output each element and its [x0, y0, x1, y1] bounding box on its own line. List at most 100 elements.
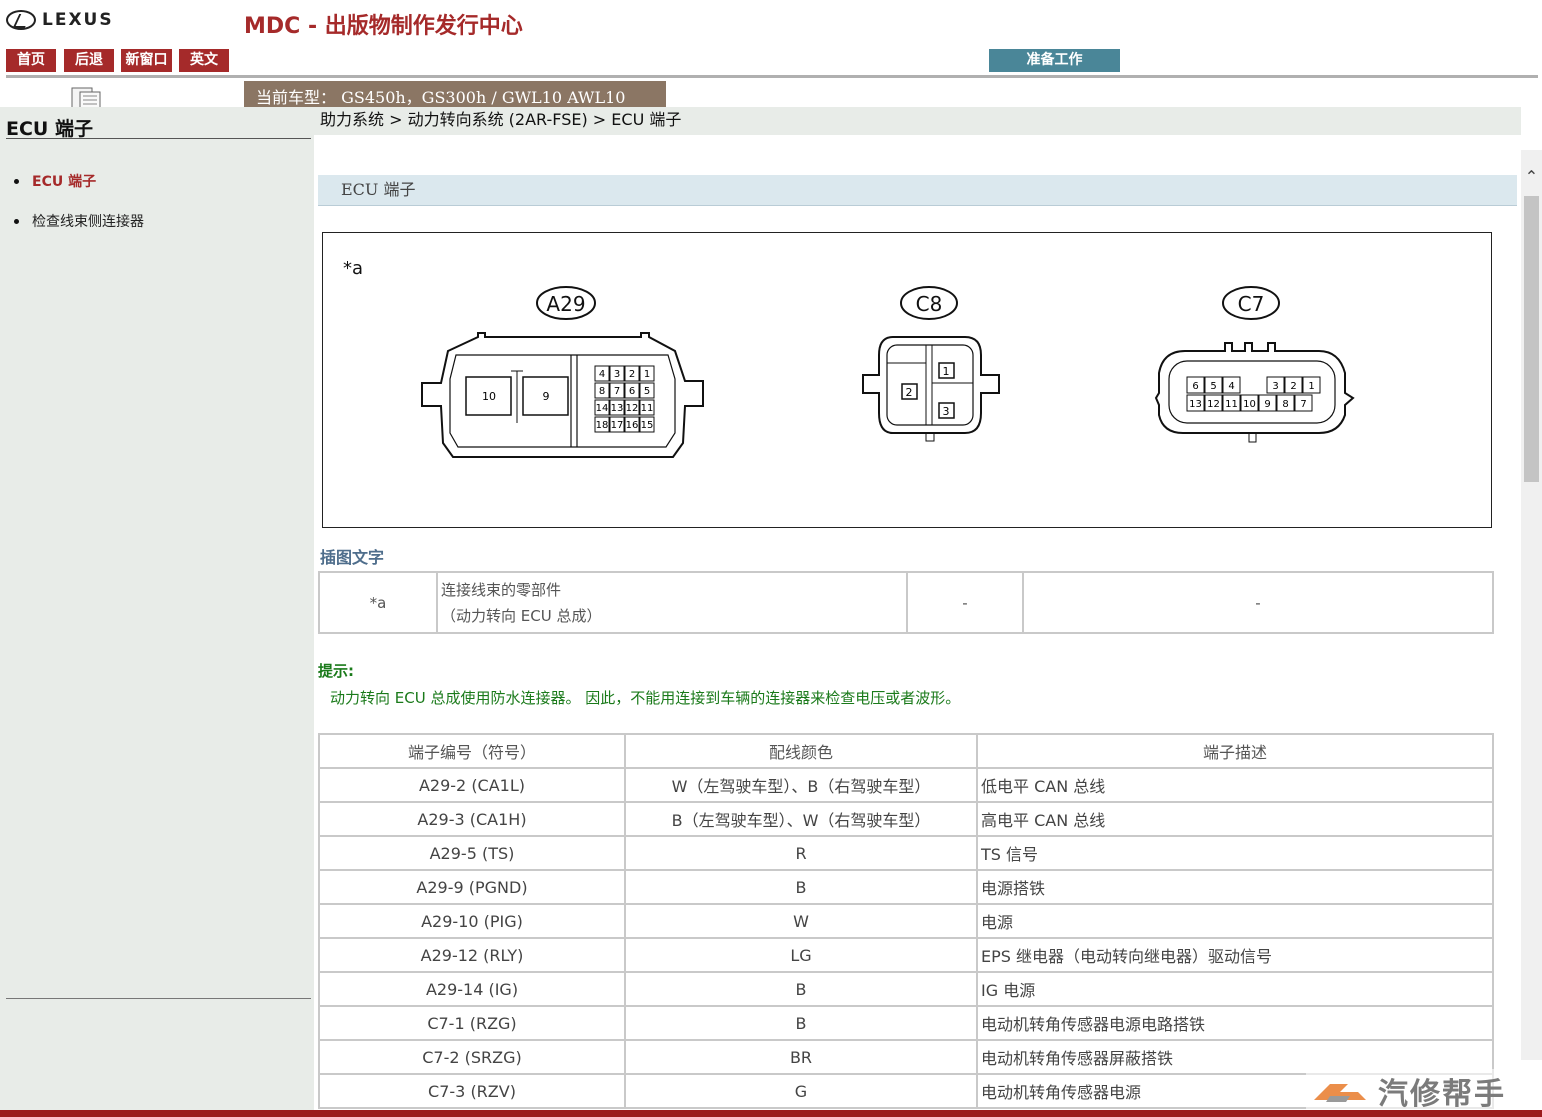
sidebar-item-harness-connector[interactable]: 检查线束侧连接器: [14, 211, 144, 231]
home-button[interactable]: 首页: [6, 49, 56, 72]
pin-label: 2: [629, 369, 635, 380]
sidebar: ECU 端子 ECU 端子 检查线束侧连接器: [0, 107, 314, 1110]
description-cell: IG 电源: [976, 971, 1494, 1007]
sidebar-bottom-divider: [6, 998, 311, 999]
wire-color-cell: BR: [624, 1039, 978, 1075]
pin-label: 10: [482, 390, 496, 403]
terminal-cell: C7-3 (RZV): [318, 1073, 626, 1109]
caption-col3: -: [906, 571, 1024, 634]
caption-text-line: 连接线束的零部件: [441, 580, 562, 599]
english-button[interactable]: 英文: [179, 49, 229, 72]
pin-label: 5: [1210, 381, 1216, 392]
connector-a29: A29 10 9 4 3 2 18 7 6 514 13 12 1118 17 16 15: [421, 286, 704, 458]
connector-c7-label: C7: [1238, 292, 1265, 316]
pin-label: 12: [626, 403, 639, 414]
hint-label: 提示:: [318, 662, 354, 680]
pin-label: 7: [614, 386, 620, 397]
pin-label: 5: [644, 386, 650, 397]
description-cell: EPS 继电器（电动转向继电器）驱动信号: [976, 937, 1494, 973]
lexus-logo: LEXUS: [6, 10, 114, 30]
pin-label: 9: [1264, 399, 1270, 410]
scrollbar-thumb[interactable]: [1524, 196, 1539, 482]
pin-label: 3: [614, 369, 620, 380]
description-cell: 电源: [976, 903, 1494, 939]
sidebar-item-ecu-terminal[interactable]: ECU 端子: [14, 171, 96, 191]
vertical-scrollbar[interactable]: ⌃: [1521, 150, 1542, 1060]
terminal-cell: A29-9 (PGND): [318, 869, 626, 905]
watermark-text: 汽修帮手: [1378, 1077, 1506, 1112]
app-window: LEXUS MDC - 出版物制作发行中心 首页 后退 新窗口 英文 准备工作 …: [0, 0, 1542, 1117]
wire-color-cell: R: [624, 835, 978, 871]
column-header-wire-color: 配线颜色: [624, 733, 978, 769]
terminal-cell: A29-10 (PIG): [318, 903, 626, 939]
table-row: C7-1 (RZG) B 电动机转角传感器电源电路搭铁: [318, 1005, 1494, 1041]
callout-label: *a: [343, 258, 363, 279]
pin-label: 15: [641, 420, 654, 431]
description-cell: TS 信号: [976, 835, 1494, 871]
wire-color-cell: B: [624, 869, 978, 905]
new-window-button[interactable]: 新窗口: [121, 49, 172, 72]
back-button[interactable]: 后退: [64, 49, 114, 72]
table-row: A29-3 (CA1H) B（左驾驶车型）、W（右驾驶车型） 高电平 CAN 总线: [318, 801, 1494, 837]
pin-label: 4: [1228, 381, 1234, 392]
pin-label: 6: [1192, 381, 1198, 392]
pin-label: 3: [1272, 381, 1278, 392]
table-header-row: 端子编号（符号） 配线颜色 端子描述: [318, 733, 1494, 769]
sidebar-item-label: 检查线束侧连接器: [32, 214, 144, 230]
preparation-button[interactable]: 准备工作: [989, 49, 1120, 72]
wire-color-cell: B: [624, 1005, 978, 1041]
description-cell: 电源搭铁: [976, 869, 1494, 905]
pin-label: 1: [644, 369, 650, 380]
table-row: *a 连接线束的零部件 （动力转向 ECU 总成） - -: [318, 571, 1494, 634]
pin-label: 2: [1290, 381, 1296, 392]
wire-color-cell: B: [624, 971, 978, 1007]
terminal-table: 端子编号（符号） 配线颜色 端子描述 A29-2 (CA1L) W（左驾驶车型）、…: [318, 733, 1494, 1109]
pin-label: 10: [1243, 399, 1256, 410]
pin-label: 17: [611, 420, 624, 431]
pin-label: 2: [906, 386, 913, 399]
pin-label: 12: [1207, 399, 1220, 410]
section-heading: ECU 端子: [318, 175, 1517, 206]
wire-color-cell: B（左驾驶车型）、W（右驾驶车型）: [624, 801, 978, 837]
watermark-logo-icon: [1314, 1084, 1366, 1102]
terminal-cell: A29-12 (RLY): [318, 937, 626, 973]
bottom-bar: [0, 1110, 1542, 1117]
connector-c7: C7 6 5 4 3 2 1 13 12 11 10 9 8 7: [1154, 286, 1355, 443]
connector-c8-label: C8: [916, 292, 943, 316]
connector-diagram: *a A29 10 9 4 3 2 18 7 6 514 13 12 1118 17 16 15: [343, 258, 1355, 458]
caption-text: 连接线束的零部件 （动力转向 ECU 总成）: [436, 571, 908, 634]
description-cell: 低电平 CAN 总线: [976, 767, 1494, 803]
watermark: 汽修帮手: [1306, 1069, 1542, 1113]
terminal-cell: A29-3 (CA1H): [318, 801, 626, 837]
a29-pin-grid: 4 3 2 18 7 6 514 13 12 1118 17 16 15: [594, 365, 655, 433]
pin-label: 16: [626, 420, 639, 431]
header-divider: [6, 75, 1538, 78]
connector-illustration: *a A29 10 9 4 3 2 1 8 7 6 5 14 13 12 11 18 17 16 15: [322, 232, 1492, 528]
pin-label: 11: [1225, 399, 1238, 410]
terminal-cell: A29-14 (IG): [318, 971, 626, 1007]
pin-label: 13: [611, 403, 624, 414]
caption-table: *a 连接线束的零部件 （动力转向 ECU 总成） - -: [318, 571, 1494, 634]
c7-pin-grid: 6 5 4 3 2 1 13 12 11 10 9 8 7: [1186, 376, 1321, 412]
sidebar-item-label: ECU 端子: [32, 174, 97, 190]
pin-label: 14: [596, 403, 609, 414]
table-row: A29-5 (TS) R TS 信号: [318, 835, 1494, 871]
table-row: A29-10 (PIG) W 电源: [318, 903, 1494, 939]
description-cell: 高电平 CAN 总线: [976, 801, 1494, 837]
caption-col4: -: [1022, 571, 1494, 634]
hint-text: 动力转向 ECU 总成使用防水连接器。 因此，不能用连接到车辆的连接器来检查电压…: [330, 689, 961, 707]
pin-label: 4: [599, 369, 605, 380]
sidebar-divider: [6, 138, 311, 139]
pin-label: 6: [629, 386, 635, 397]
wire-color-cell: G: [624, 1073, 978, 1109]
pin-label: 8: [1282, 399, 1288, 410]
connector-a29-label: A29: [546, 292, 585, 316]
pin-label: 8: [599, 386, 605, 397]
connector-c8: C8 1 2 3: [862, 286, 1000, 442]
pin-label: 18: [596, 420, 609, 431]
wire-color-cell: W: [624, 903, 978, 939]
document-icon[interactable]: [68, 86, 104, 108]
bullet-icon: [14, 218, 19, 224]
scroll-up-arrow-icon[interactable]: ⌃: [1521, 166, 1542, 188]
breadcrumb: 助力系统 > 动力转向系统 (2AR-FSE) > ECU 端子: [314, 107, 1521, 135]
